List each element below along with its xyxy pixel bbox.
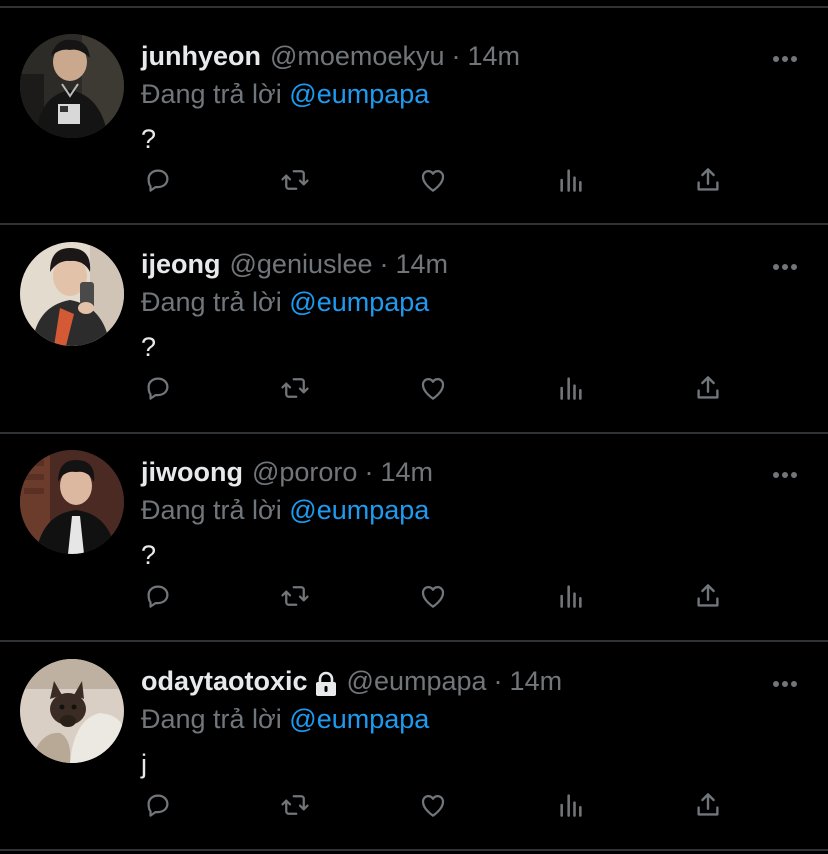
like-icon — [421, 169, 445, 192]
timestamp[interactable]: 14m — [380, 452, 433, 492]
separator-dot: · — [451, 41, 461, 71]
more-options-icon[interactable] — [772, 50, 798, 62]
like-button[interactable] — [413, 785, 453, 825]
share-icon — [697, 168, 719, 191]
user-handle[interactable]: @pororo — [252, 452, 357, 492]
tweet-header: junhyeon @moemoekyu · 14m — [141, 36, 520, 76]
separator-dot: · — [364, 457, 374, 487]
replying-to-label: Đang trả lời — [141, 79, 282, 109]
divider — [0, 849, 828, 851]
separator-dot: · — [493, 666, 503, 696]
tweet[interactable]: junhyeon @moemoekyu · 14m Đang trả lời @… — [0, 6, 828, 212]
tweet-header: ijeong @geniuslee · 14m — [141, 244, 448, 284]
share-icon — [697, 584, 719, 607]
tweet-text: ? — [141, 540, 157, 570]
views-button[interactable] — [551, 368, 591, 408]
share-button[interactable] — [688, 785, 728, 825]
timestamp[interactable]: 14m — [467, 36, 520, 76]
views-button[interactable] — [551, 785, 591, 825]
lock-icon — [314, 668, 338, 696]
user-handle[interactable]: @eumpapa — [347, 661, 487, 701]
views-icon — [560, 585, 582, 608]
separator-dot: · — [379, 249, 389, 279]
tweet[interactable]: odaytaotoxic @eumpapa · 14m Đang trả lời… — [0, 631, 828, 837]
retweet-button[interactable] — [275, 368, 315, 408]
more-options-icon[interactable] — [772, 466, 798, 478]
retweet-button[interactable] — [275, 785, 315, 825]
more-options-icon[interactable] — [772, 258, 798, 270]
user-handle[interactable]: @moemoekyu — [270, 36, 444, 76]
avatar[interactable] — [20, 659, 124, 763]
like-button[interactable] — [413, 368, 453, 408]
tweet[interactable]: jiwoong @pororo · 14m Đang trả lời @eump… — [0, 422, 828, 628]
reply-icon — [147, 794, 169, 817]
views-icon — [560, 794, 582, 817]
share-button[interactable] — [688, 368, 728, 408]
replying-to-label: Đang trả lời — [141, 287, 282, 317]
share-icon — [697, 793, 719, 816]
display-name[interactable]: ijeong — [141, 244, 221, 284]
reply-button[interactable] — [138, 576, 178, 616]
tweet-text: ? — [141, 124, 157, 154]
timestamp[interactable]: 14m — [396, 244, 449, 284]
reply-button[interactable] — [138, 368, 178, 408]
avatar[interactable] — [20, 450, 124, 554]
timestamp[interactable]: 14m — [510, 661, 563, 701]
replying-to-label: Đang trả lời — [141, 495, 282, 525]
reply-button[interactable] — [138, 160, 178, 200]
display-name[interactable]: odaytaotoxic — [141, 661, 308, 701]
retweet-button[interactable] — [275, 576, 315, 616]
like-icon — [421, 377, 445, 400]
views-button[interactable] — [551, 160, 591, 200]
tweet-text: j — [141, 749, 147, 779]
tweet[interactable]: ijeong @geniuslee · 14m Đang trả lời @eu… — [0, 214, 828, 420]
avatar[interactable] — [20, 242, 124, 346]
display-name[interactable]: junhyeon — [141, 36, 261, 76]
tweet-header: odaytaotoxic @eumpapa · 14m — [141, 661, 562, 701]
mention-link[interactable]: @eumpapa — [289, 287, 429, 317]
mention-link[interactable]: @eumpapa — [289, 704, 429, 734]
views-icon — [560, 377, 582, 400]
display-name[interactable]: jiwoong — [141, 452, 243, 492]
retweet-icon — [281, 586, 309, 606]
like-button[interactable] — [413, 576, 453, 616]
like-button[interactable] — [413, 160, 453, 200]
user-handle[interactable]: @geniuslee — [230, 244, 373, 284]
share-button[interactable] — [688, 160, 728, 200]
tweet-header: jiwoong @pororo · 14m — [141, 452, 433, 492]
mention-link[interactable]: @eumpapa — [289, 495, 429, 525]
views-button[interactable] — [551, 576, 591, 616]
views-icon — [560, 169, 582, 192]
reply-icon — [147, 377, 169, 400]
reply-feed: junhyeon @moemoekyu · 14m Đang trả lời @… — [0, 0, 828, 854]
replying-to: Đang trả lời @eumpapa — [141, 701, 429, 737]
mention-link[interactable]: @eumpapa — [289, 79, 429, 109]
tweet-text: ? — [141, 332, 157, 362]
replying-to: Đang trả lời @eumpapa — [141, 76, 429, 112]
replying-to: Đang trả lời @eumpapa — [141, 492, 429, 528]
reply-button[interactable] — [138, 785, 178, 825]
share-icon — [697, 376, 719, 399]
replying-to: Đang trả lời @eumpapa — [141, 284, 429, 320]
reply-icon — [147, 585, 169, 608]
like-icon — [421, 794, 445, 817]
replying-to-label: Đang trả lời — [141, 704, 282, 734]
avatar[interactable] — [20, 34, 124, 138]
retweet-button[interactable] — [275, 160, 315, 200]
more-options-icon[interactable] — [772, 675, 798, 687]
retweet-icon — [281, 170, 309, 190]
retweet-icon — [281, 795, 309, 815]
like-icon — [421, 585, 445, 608]
reply-icon — [147, 169, 169, 192]
share-button[interactable] — [688, 576, 728, 616]
retweet-icon — [281, 378, 309, 398]
